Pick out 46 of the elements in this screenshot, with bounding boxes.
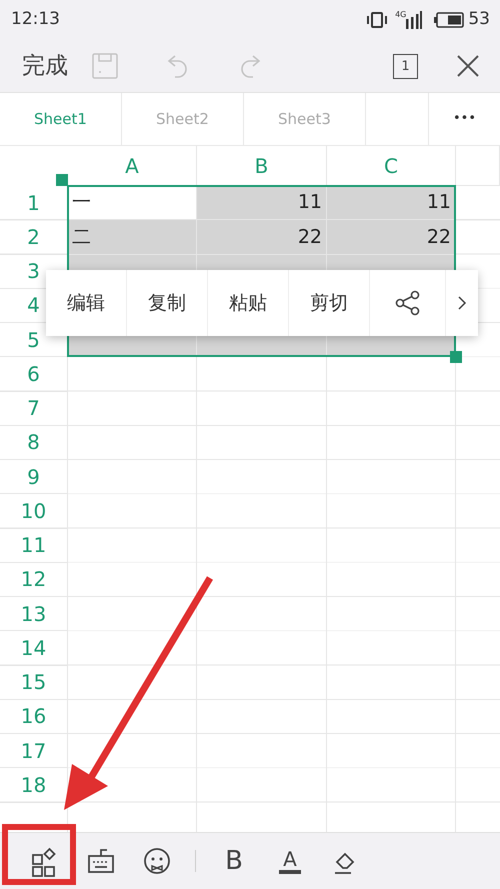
row-header[interactable]: 12	[0, 562, 68, 597]
vibrate-icon	[367, 10, 388, 30]
table-cell[interactable]: 22	[197, 220, 327, 254]
menu-item[interactable]: 复制	[127, 270, 208, 336]
save-icon	[92, 53, 118, 79]
bold-button[interactable]: B	[206, 842, 262, 880]
clock-time: 12:13	[11, 8, 60, 32]
table-cell[interactable]: 22	[327, 220, 456, 254]
table-cell[interactable]: 11	[197, 186, 327, 220]
close-button[interactable]	[456, 54, 480, 78]
row-header[interactable]: 16	[0, 700, 68, 734]
close-icon	[456, 54, 480, 78]
menu-item[interactable]: 编辑	[46, 270, 127, 336]
row-header[interactable]: 6	[0, 357, 68, 392]
emoji-icon	[144, 846, 170, 876]
row-header[interactable]: 17	[0, 734, 68, 768]
row-header[interactable]: 8	[0, 426, 68, 460]
selection-handle[interactable]	[56, 174, 68, 186]
row-header[interactable]: 9	[0, 460, 68, 494]
signal-icon	[406, 11, 422, 29]
row-header[interactable]: 11	[0, 528, 68, 563]
selection-handle[interactable]	[450, 351, 462, 364]
row-header[interactable]: 10	[0, 494, 68, 528]
apps-icon	[32, 846, 58, 876]
column-header[interactable]: B	[197, 146, 327, 186]
chevron-right-icon	[457, 295, 467, 311]
share-icon	[394, 290, 420, 316]
network-type: 4G	[395, 9, 406, 21]
battery-percent: 53	[468, 8, 490, 32]
table-cell[interactable]: 二	[68, 220, 197, 254]
menu-item[interactable]: 剪切	[289, 270, 370, 336]
sheet-count-button[interactable]: 1	[393, 54, 418, 78]
row-header[interactable]: 15	[0, 666, 68, 700]
battery-icon	[434, 12, 464, 28]
row-header[interactable]: 2	[0, 220, 68, 254]
row-header[interactable]: 14	[0, 631, 68, 666]
done-button[interactable]: 完成	[22, 48, 68, 84]
menu-item[interactable]: 粘贴	[208, 270, 289, 336]
row-header[interactable]: 13	[0, 597, 68, 632]
table-cell[interactable]: 11	[327, 186, 456, 220]
undo-icon	[166, 53, 190, 79]
column-header[interactable]: C	[327, 146, 456, 186]
row-header[interactable]: 7	[0, 392, 68, 426]
font-color-button[interactable]: A	[279, 848, 301, 874]
share-button[interactable]	[370, 270, 446, 336]
redo-icon	[238, 53, 262, 79]
